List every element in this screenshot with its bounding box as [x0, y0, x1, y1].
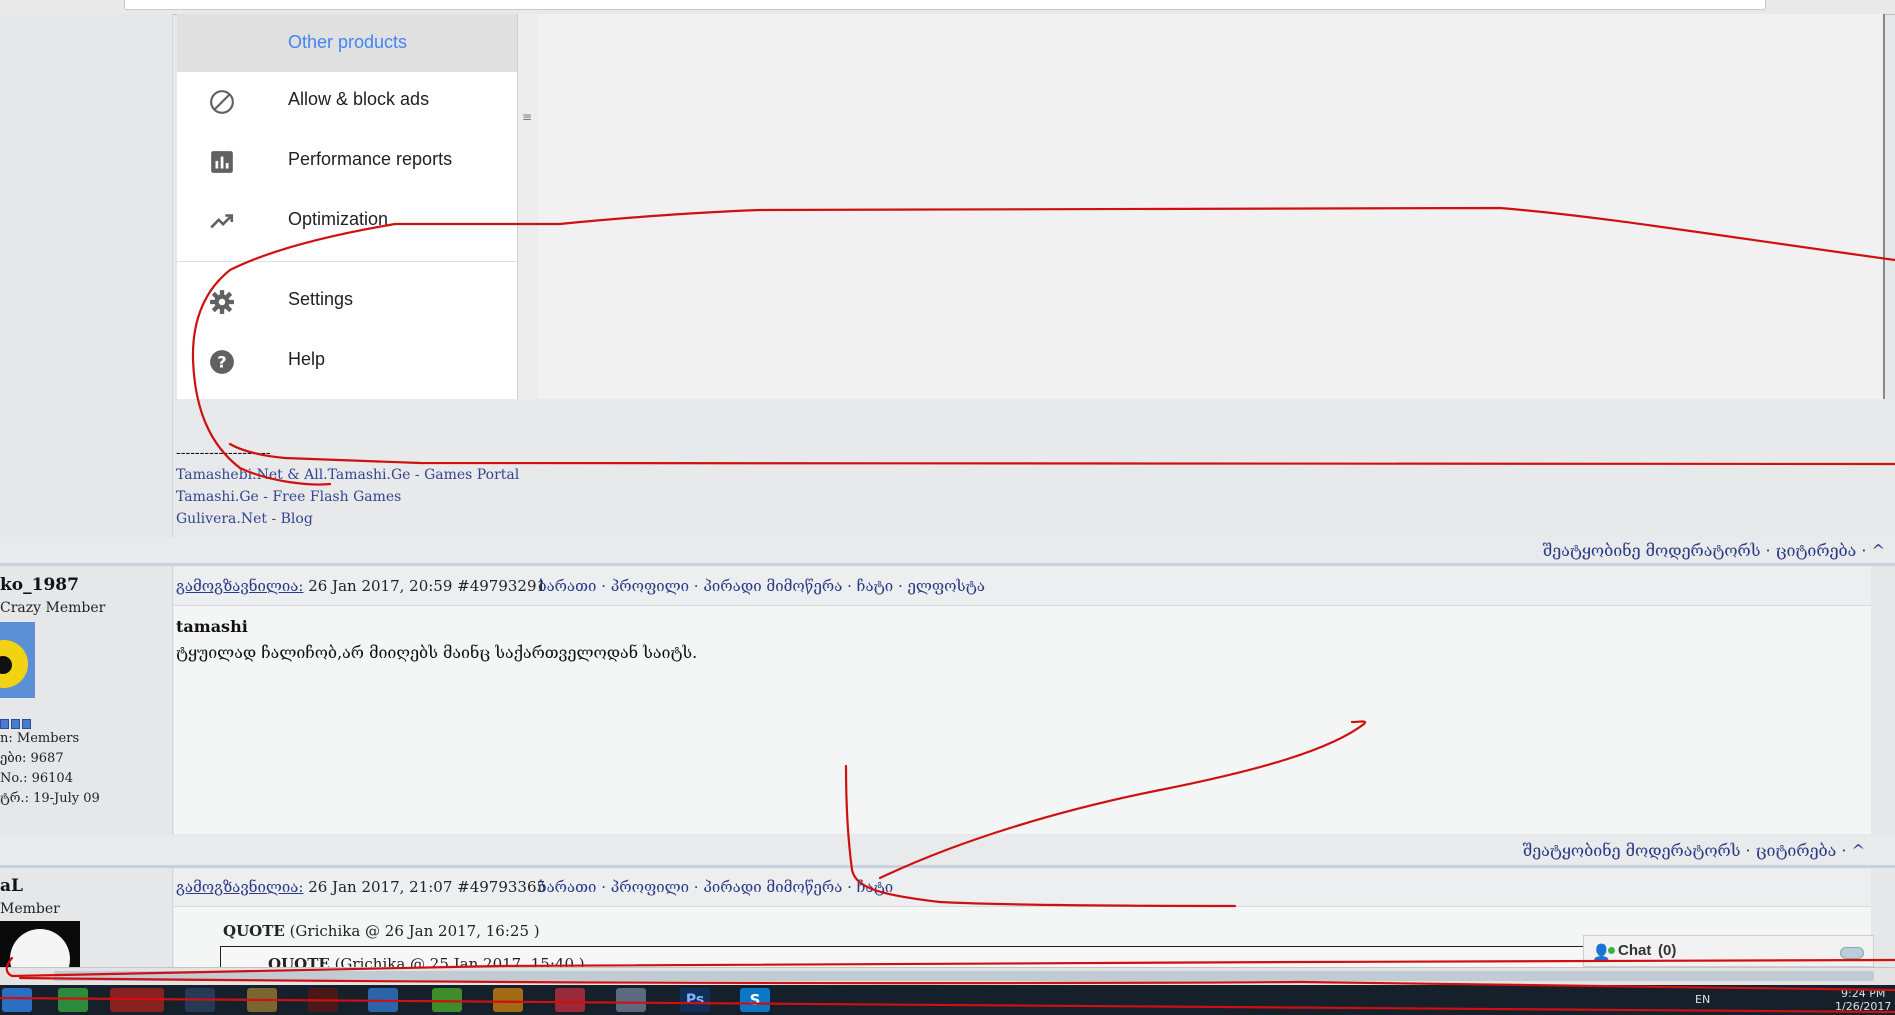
- app-icon[interactable]: [368, 988, 398, 1012]
- signature-link[interactable]: Tamashi.Ge - Free Flash Games: [176, 489, 401, 505]
- post-body: [174, 606, 1871, 834]
- avatar[interactable]: [0, 622, 35, 698]
- gear-icon: [210, 290, 234, 314]
- post-permalink[interactable]: გამოგზავნილია:: [176, 577, 303, 595]
- menu-item-settings[interactable]: Settings: [177, 271, 517, 331]
- post-permalink[interactable]: გამოგზავნილია:: [176, 878, 303, 896]
- menu-item-help[interactable]: ? Help: [177, 331, 517, 391]
- media-player-icon[interactable]: [308, 988, 338, 1012]
- author-links[interactable]: ბარათი · პროფილი · პირადი მიმოწერა · ჩატ…: [538, 577, 985, 595]
- panel-resize-handle[interactable]: ≡: [517, 14, 539, 399]
- author-number: No.: 96104: [0, 771, 73, 786]
- chat-label: Chat: [1618, 942, 1652, 959]
- post-date: 26 Jan 2017, 20:59 #49793291: [303, 577, 547, 595]
- author-registered: ტრ.: 19-July 09: [0, 791, 100, 806]
- language-indicator[interactable]: EN: [1695, 993, 1710, 1006]
- post-author[interactable]: ko_1987: [0, 575, 79, 595]
- signature-link[interactable]: Gulivera.Net - Blog: [176, 511, 313, 527]
- menu-item-optimization[interactable]: Optimization: [177, 191, 517, 251]
- menu-item-label: Settings: [288, 289, 354, 309]
- signature-link[interactable]: Tamashebi.Net & All.Tamashi.Ge - Games P…: [176, 467, 519, 483]
- opera-icon[interactable]: [110, 988, 164, 1012]
- menu-item-performance-reports[interactable]: Performance reports: [177, 131, 517, 191]
- online-status-icon: [1608, 947, 1615, 954]
- chat-widget[interactable]: 👤 Chat (0): [1583, 935, 1874, 967]
- chat-toggle[interactable]: [1840, 947, 1864, 959]
- embedded-content-pane: [538, 14, 1885, 399]
- trending-up-icon: [210, 214, 234, 229]
- author-rank: Member: [0, 901, 60, 917]
- author-posts: ები: 9687: [0, 751, 64, 766]
- author-rank: Crazy Member: [0, 600, 106, 616]
- post-actions[interactable]: შეატყობინე მოდერატორს · ციტირება · ^: [1523, 841, 1865, 860]
- signature-divider: --------------------: [176, 445, 271, 461]
- clock[interactable]: 9:24 PM 1/26/2017: [1835, 987, 1891, 1013]
- start-button-icon[interactable]: [2, 988, 32, 1012]
- photoshop-icon[interactable]: Ps: [680, 988, 710, 1012]
- browser-toolbar: [0, 0, 1895, 15]
- author-links[interactable]: ბარათი · პროფილი · პირადი მიმოწერა · ჩატ…: [538, 878, 893, 896]
- quote-source: (Grichika @ 26 Jan 2017, 16:25 ): [284, 922, 540, 940]
- rank-pips: [0, 719, 31, 729]
- post-meta: გამოგზავნილია: 26 Jan 2017, 20:59 #49793…: [176, 577, 546, 595]
- menu-divider: [177, 261, 517, 262]
- address-bar[interactable]: [124, 0, 1766, 10]
- skype-icon[interactable]: S: [740, 988, 770, 1012]
- app-icon[interactable]: [432, 988, 462, 1012]
- menu-item-label: Other products: [288, 32, 408, 52]
- menu-item-allow-block-ads[interactable]: Allow & block ads: [177, 71, 517, 131]
- post-text: ტყუილად ჩალიჩობ,არ მიიღებს მაინც საქართვ…: [176, 643, 698, 662]
- quote-label: QUOTE: [223, 922, 285, 940]
- quote-header: QUOTE (Grichika @ 26 Jan 2017, 16:25 ): [223, 922, 540, 940]
- menu-item-label: Performance reports: [288, 149, 453, 169]
- help-icon: ?: [210, 350, 234, 374]
- bar-chart-icon: [211, 151, 233, 173]
- taskbar: Ps S EN 9:24 PM 1/26/2017: [0, 985, 1895, 1015]
- file-explorer-icon[interactable]: [247, 988, 277, 1012]
- clock-time: 9:24 PM: [1841, 987, 1886, 1000]
- chrome-icon[interactable]: [58, 988, 88, 1012]
- svg-text:?: ?: [217, 352, 226, 371]
- chat-count: (0): [1658, 942, 1677, 959]
- post-title: tamashi: [176, 617, 248, 636]
- post-author[interactable]: aL: [0, 876, 23, 896]
- author-group: n: Members: [0, 731, 80, 746]
- post-date: 26 Jan 2017, 21:07 #49793365: [303, 878, 547, 896]
- app-icon[interactable]: [493, 988, 523, 1012]
- menu-item-label: Help: [288, 349, 326, 369]
- post-meta: გამოგზავნილია: 26 Jan 2017, 21:07 #49793…: [176, 878, 546, 896]
- post-actions[interactable]: შეატყობინე მოდერატორს · ციტირება · ^: [1543, 541, 1885, 560]
- horizontal-scrollbar[interactable]: [0, 967, 1895, 985]
- paint-icon[interactable]: [616, 988, 646, 1012]
- steam-icon[interactable]: [185, 988, 215, 1012]
- app-icon[interactable]: [555, 988, 585, 1012]
- clock-date: 1/26/2017: [1835, 1000, 1892, 1013]
- block-icon: [210, 90, 234, 114]
- menu-item-label: Optimization: [288, 209, 389, 229]
- menu-item-label: Allow & block ads: [288, 89, 430, 109]
- menu-item-other-products[interactable]: Other products: [177, 14, 517, 72]
- avatar[interactable]: [0, 921, 80, 967]
- scrollbar-thumb[interactable]: [54, 971, 1874, 981]
